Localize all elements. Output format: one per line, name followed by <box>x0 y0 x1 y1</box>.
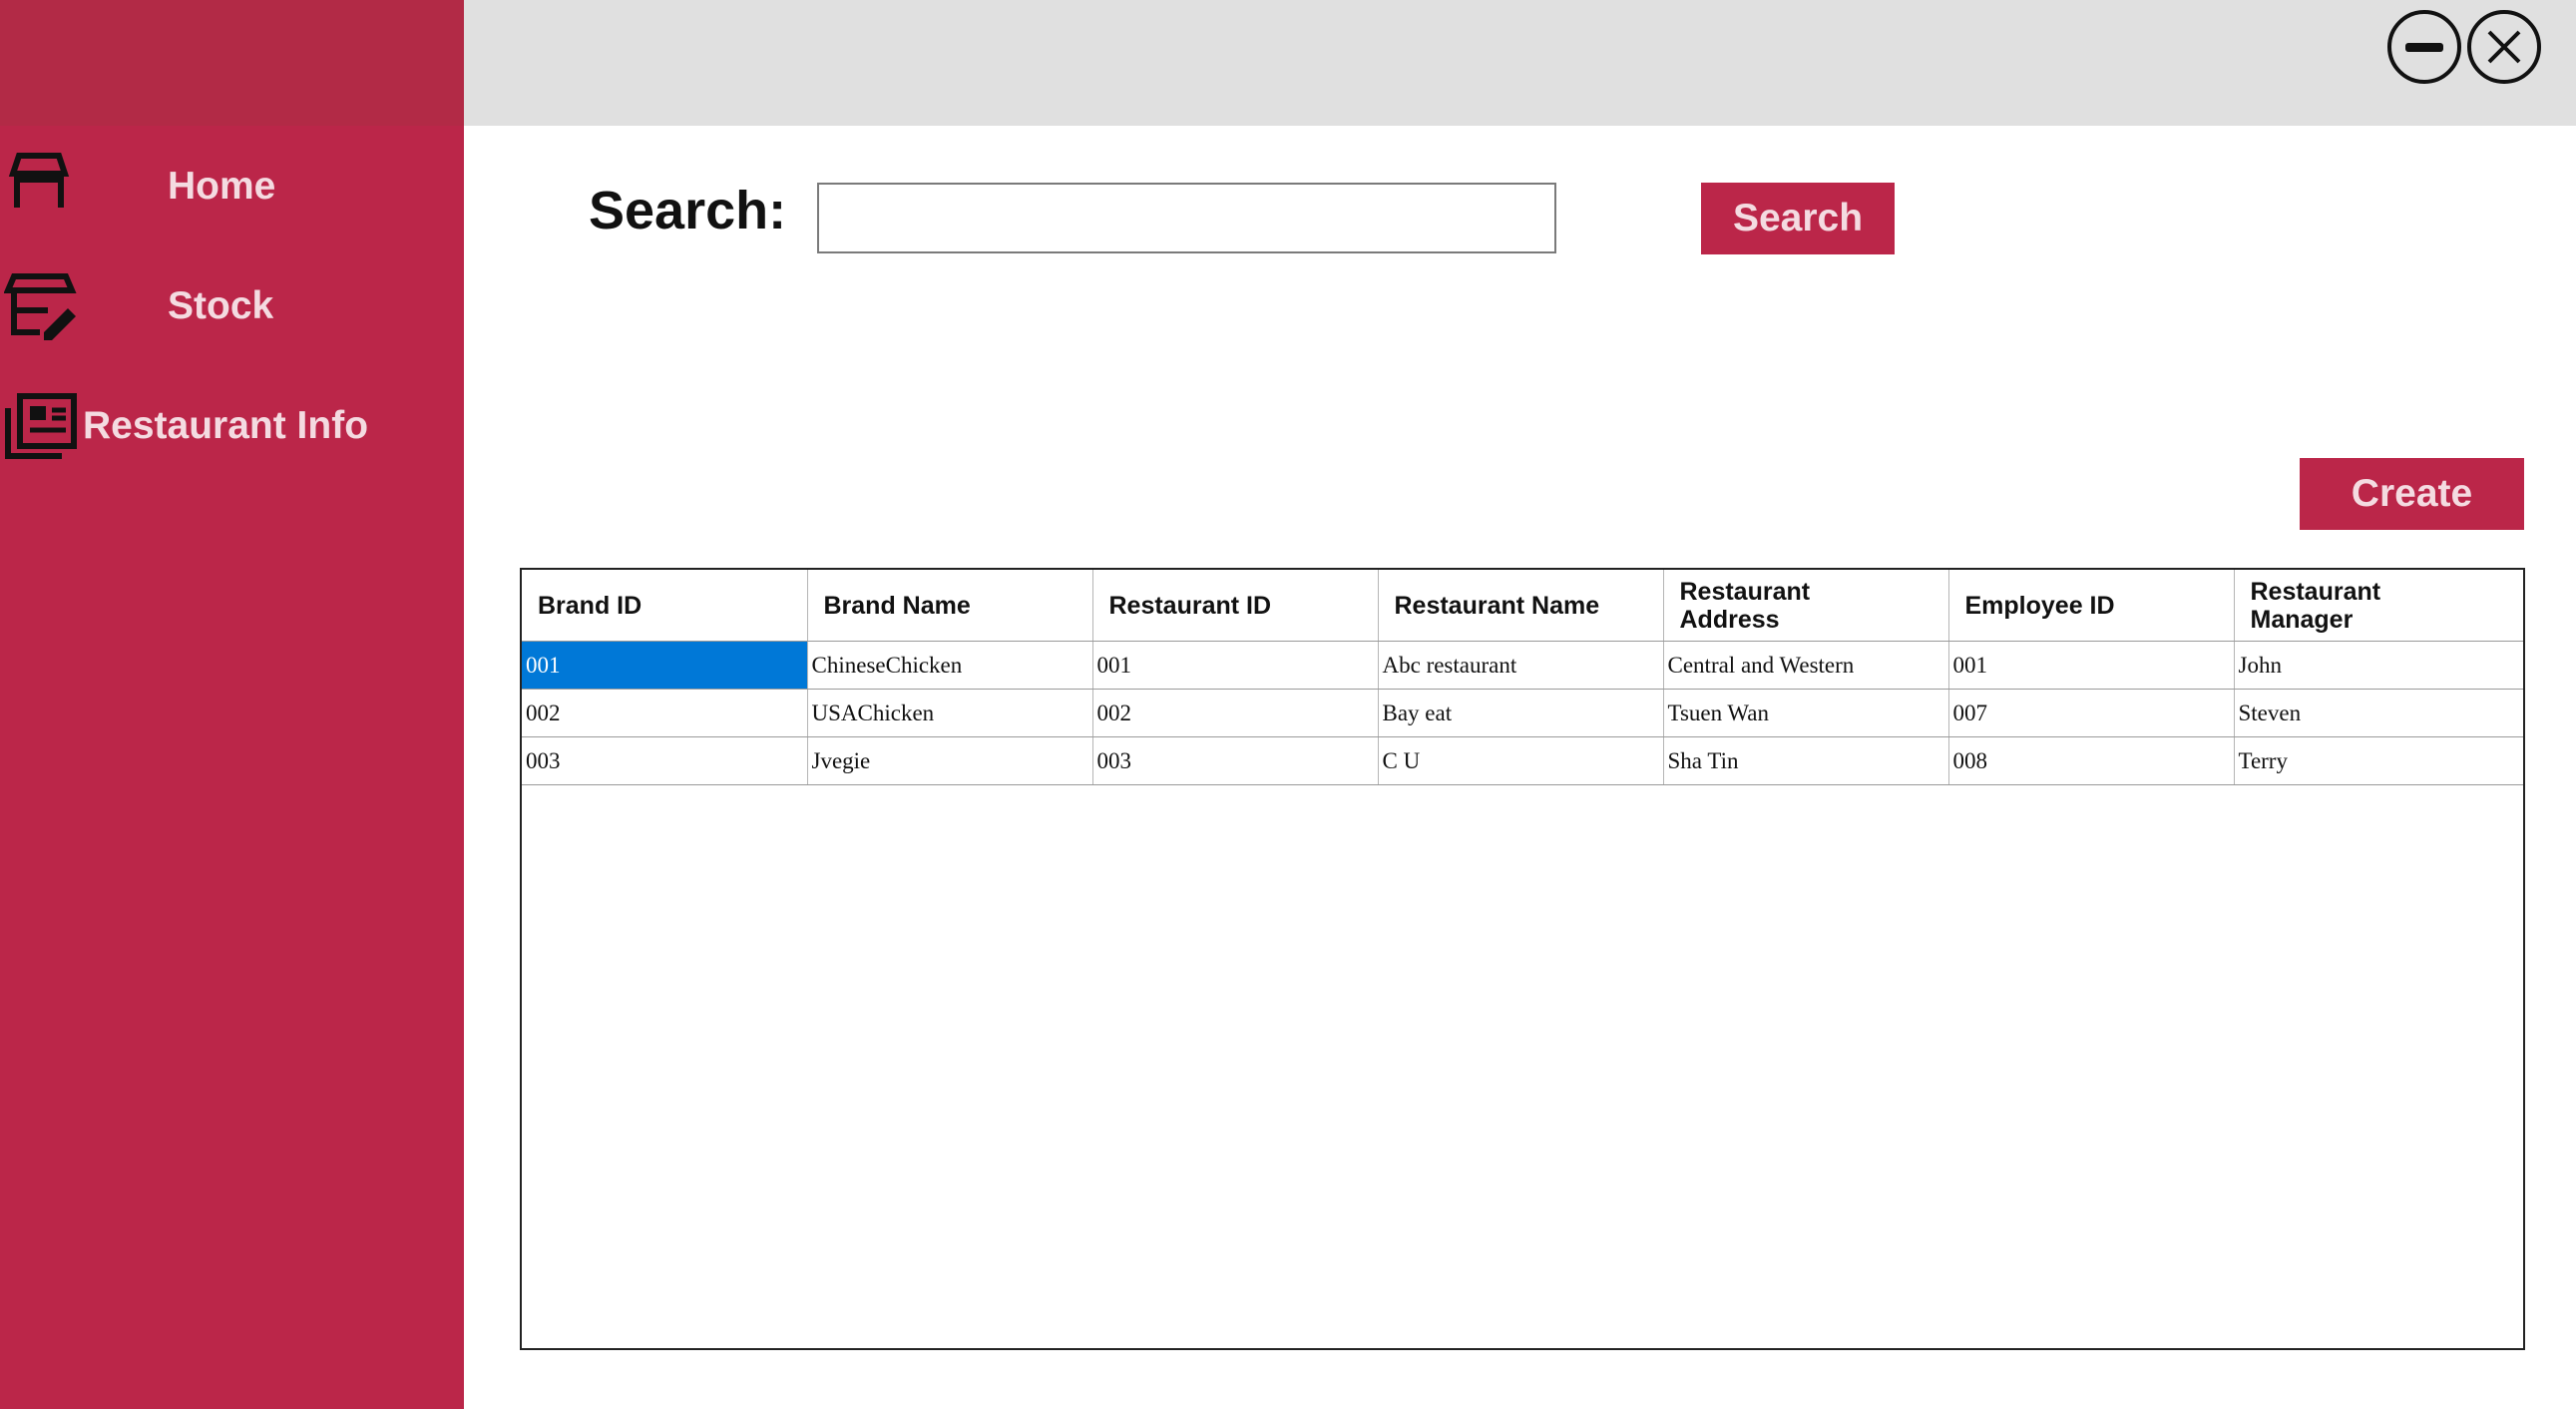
sidebar-item-stock[interactable]: Stock <box>0 252 464 362</box>
table-cell[interactable]: 001 <box>1948 641 2235 690</box>
restaurant-data-grid[interactable]: Brand ID Brand Name Restaurant ID Restau… <box>520 568 2525 1350</box>
table-cell[interactable]: Central and Western <box>1663 641 1949 690</box>
column-header-employee-id[interactable]: Employee ID <box>1948 570 2235 642</box>
table-cell[interactable]: USAChicken <box>807 689 1093 737</box>
info-list-icon <box>2 392 78 462</box>
data-table: Brand ID Brand Name Restaurant ID Restau… <box>522 570 2523 785</box>
table-cell[interactable]: ChineseChicken <box>807 641 1093 690</box>
table-row[interactable]: 001 ChineseChicken 001 Abc restaurant Ce… <box>522 641 2523 690</box>
store-icon <box>5 148 73 216</box>
sidebar-item-label: Stock <box>168 284 274 327</box>
table-cell[interactable]: 003 <box>1092 736 1379 785</box>
sidebar-item-label: Home <box>168 165 276 208</box>
minimize-icon <box>2387 10 2461 84</box>
table-cell[interactable]: 002 <box>522 689 808 737</box>
table-cell[interactable]: Tsuen Wan <box>1663 689 1949 737</box>
sidebar-header <box>0 0 464 126</box>
table-cell[interactable]: John <box>2234 641 2523 690</box>
column-header-brand-id[interactable]: Brand ID <box>522 570 808 642</box>
minimize-button[interactable] <box>2383 6 2465 88</box>
table-cell[interactable]: 003 <box>522 736 808 785</box>
create-button[interactable]: Create <box>2300 458 2524 530</box>
column-header-restaurant-name[interactable]: Restaurant Name <box>1378 570 1664 642</box>
close-button[interactable] <box>2463 6 2545 88</box>
title-bar <box>464 0 2576 126</box>
table-header-row: Brand ID Brand Name Restaurant ID Restau… <box>522 570 2523 642</box>
column-header-restaurant-id[interactable]: Restaurant ID <box>1092 570 1379 642</box>
search-button[interactable]: Search <box>1701 183 1895 254</box>
search-input[interactable] <box>817 183 1556 253</box>
stock-edit-icon <box>3 270 80 342</box>
sidebar: Home Stock Restaurant Info <box>0 0 464 1409</box>
table-cell[interactable]: 007 <box>1948 689 2235 737</box>
close-icon <box>2467 10 2541 84</box>
table-cell[interactable]: Abc restaurant <box>1378 641 1664 690</box>
table-cell[interactable]: Sha Tin <box>1663 736 1949 785</box>
table-cell[interactable]: 001 <box>1092 641 1379 690</box>
table-cell[interactable]: Bay eat <box>1378 689 1664 737</box>
table-cell[interactable]: Terry <box>2234 736 2523 785</box>
table-cell[interactable]: C U <box>1378 736 1664 785</box>
search-label: Search: <box>589 181 787 240</box>
table-cell[interactable]: 002 <box>1092 689 1379 737</box>
sidebar-item-home[interactable]: Home <box>0 133 464 242</box>
table-cell[interactable]: Jvegie <box>807 736 1093 785</box>
column-header-restaurant-address[interactable]: Restaurant Address <box>1663 570 1949 642</box>
table-cell[interactable]: 001 <box>522 641 808 690</box>
sidebar-item-label: Restaurant Info <box>83 404 369 447</box>
sidebar-item-restaurant-info[interactable]: Restaurant Info <box>0 372 464 482</box>
column-header-restaurant-manager[interactable]: Restaurant Manager <box>2234 570 2523 642</box>
table-row[interactable]: 002 USAChicken 002 Bay eat Tsuen Wan 007… <box>522 689 2523 737</box>
table-cell[interactable]: Steven <box>2234 689 2523 737</box>
table-row[interactable]: 003 Jvegie 003 C U Sha Tin 008 Terry <box>522 736 2523 785</box>
table-cell[interactable]: 008 <box>1948 736 2235 785</box>
column-header-brand-name[interactable]: Brand Name <box>807 570 1093 642</box>
